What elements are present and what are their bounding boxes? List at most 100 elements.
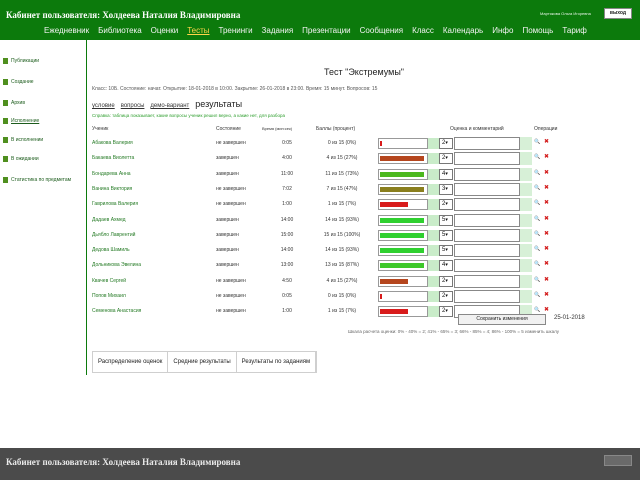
grade-select[interactable]: 4▾ (439, 168, 453, 180)
subtab-2[interactable]: демо-вариант (150, 103, 189, 109)
nav-item-5[interactable]: Задания (262, 26, 294, 35)
close-icon[interactable]: ✖ (544, 277, 549, 284)
magnifier-icon[interactable]: 🔍 (534, 185, 540, 192)
grade-select[interactable]: 5▾ (439, 214, 453, 226)
nav-item-0[interactable]: Ежедневник (44, 26, 89, 35)
subtab-3[interactable]: результаты (195, 99, 242, 109)
nav-item-10[interactable]: Инфо (492, 26, 513, 35)
student-name-link[interactable]: Бакаева Виолетта (92, 155, 134, 161)
comment-input[interactable] (454, 182, 520, 196)
chevron-down-icon: ▾ (445, 262, 448, 269)
comment-input[interactable] (454, 290, 520, 303)
report-tab-0[interactable]: Распределение оценок (93, 352, 169, 372)
report-tab-1[interactable]: Средние результаты (168, 352, 237, 372)
magnifier-icon[interactable]: 🔍 (534, 139, 540, 146)
close-icon[interactable]: ✖ (544, 200, 549, 207)
magnifier-icon[interactable]: 🔍 (534, 231, 540, 238)
column-header-score[interactable]: Баллы (процент) (316, 126, 355, 132)
magnifier-icon[interactable]: 🔍 (534, 216, 540, 223)
grade-select[interactable]: 2▾ (439, 275, 453, 287)
exit-button[interactable]: выход (604, 8, 632, 19)
magnifier-icon[interactable]: 🔍 (534, 277, 540, 284)
page: Кабинет пользователя: Холдеева Наталия В… (0, 0, 640, 480)
column-header-student[interactable]: Ученик (92, 126, 108, 132)
grade-select[interactable]: 4▾ (439, 260, 453, 272)
comment-input[interactable] (454, 274, 520, 288)
nav-item-1[interactable]: Библиотека (98, 26, 142, 35)
grade-select[interactable]: 2▾ (439, 138, 453, 149)
sidebar-item-3[interactable]: Исполнение (3, 118, 39, 124)
grade-select[interactable]: 5▾ (439, 229, 453, 241)
nav-item-2[interactable]: Оценки (151, 26, 179, 35)
comment-input[interactable] (454, 152, 520, 166)
sidebar-item-0[interactable]: Публикации (3, 58, 39, 64)
nav-item-6[interactable]: Презентации (302, 26, 350, 35)
grade-select[interactable]: 2▾ (439, 306, 453, 318)
comment-input[interactable] (454, 244, 520, 258)
grade-select[interactable]: 3▾ (439, 183, 453, 195)
student-name-link[interactable]: Бондарева Анна (92, 171, 131, 177)
comment-input[interactable] (454, 228, 520, 242)
student-name-link[interactable]: Дадаев Ахмед (92, 217, 126, 223)
score-bar (378, 229, 428, 241)
magnifier-icon[interactable]: 🔍 (534, 200, 540, 207)
grade-select[interactable]: 2▾ (439, 153, 453, 165)
student-name-link[interactable]: Ванина Виктория (92, 186, 132, 192)
subtab-0[interactable]: условие (92, 103, 115, 109)
close-icon[interactable]: ✖ (544, 216, 549, 223)
student-name-link[interactable]: Дедова Шамиль (92, 247, 130, 253)
sidebar-item-6[interactable]: Статистика по предметам (3, 177, 71, 183)
comment-input[interactable] (454, 167, 520, 181)
close-icon[interactable]: ✖ (544, 231, 549, 238)
nav-item-3[interactable]: Тесты (187, 26, 209, 35)
column-header-state[interactable]: Состояние (216, 126, 241, 132)
comment-input[interactable] (454, 213, 520, 227)
footer-button[interactable] (604, 455, 632, 466)
sidebar-item-2[interactable]: Архив (3, 100, 25, 106)
close-icon[interactable]: ✖ (544, 185, 549, 192)
sidebar-item-5[interactable]: В ожидании (3, 156, 39, 162)
close-icon[interactable]: ✖ (544, 139, 549, 146)
sidebar-item-1[interactable]: Создание (3, 79, 34, 85)
chevron-down-icon: ▾ (445, 185, 448, 192)
student-name-link[interactable]: Попов Михаил (92, 293, 126, 299)
sidebar-item-4[interactable]: В исполнении (3, 137, 43, 143)
magnifier-icon[interactable]: 🔍 (534, 170, 540, 177)
column-header-time[interactable]: Время (мин:сек) (262, 126, 292, 131)
close-icon[interactable]: ✖ (544, 261, 549, 268)
nav-item-12[interactable]: Тариф (562, 26, 586, 35)
grade-select[interactable]: 2▾ (439, 199, 453, 211)
comment-input[interactable] (454, 259, 520, 273)
grade-select[interactable]: 2▾ (439, 291, 453, 302)
close-icon[interactable]: ✖ (544, 292, 549, 299)
magnifier-icon[interactable]: 🔍 (534, 246, 540, 253)
nav-item-11[interactable]: Помощь (522, 26, 553, 35)
magnifier-icon[interactable]: 🔍 (534, 154, 540, 161)
student-name-link[interactable]: Квачев Сергей (92, 278, 126, 284)
magnifier-icon[interactable]: 🔍 (534, 292, 540, 299)
student-name-link[interactable]: Дьябло Лаврентий (92, 232, 135, 238)
close-icon[interactable]: ✖ (544, 246, 549, 253)
nav-item-4[interactable]: Тренинги (219, 26, 253, 35)
score-bar (378, 245, 428, 257)
nav-item-8[interactable]: Класс (412, 26, 434, 35)
close-icon[interactable]: ✖ (544, 154, 549, 161)
row-side-background (520, 152, 532, 166)
report-tab-2[interactable]: Результаты по заданиям (237, 352, 317, 372)
comment-input[interactable] (454, 198, 520, 212)
score-bar-fill (380, 263, 425, 269)
grade-select[interactable]: 5▾ (439, 245, 453, 257)
score-bar (378, 275, 428, 287)
student-name-link[interactable]: Дольникова Эвелина (92, 262, 141, 268)
attempt-time: 4:50 (282, 277, 292, 284)
save-changes-button[interactable]: Сохранить изменения (458, 314, 546, 325)
nav-item-9[interactable]: Календарь (443, 26, 483, 35)
nav-item-7[interactable]: Сообщения (360, 26, 403, 35)
comment-input[interactable] (454, 137, 520, 150)
student-name-link[interactable]: Семенова Анастасия (92, 308, 141, 314)
student-name-link[interactable]: Абакова Валерия (92, 140, 133, 146)
subtab-1[interactable]: вопросы (121, 103, 145, 109)
student-name-link[interactable]: Гаврилова Валерия (92, 201, 138, 207)
magnifier-icon[interactable]: 🔍 (534, 261, 540, 268)
close-icon[interactable]: ✖ (544, 170, 549, 177)
